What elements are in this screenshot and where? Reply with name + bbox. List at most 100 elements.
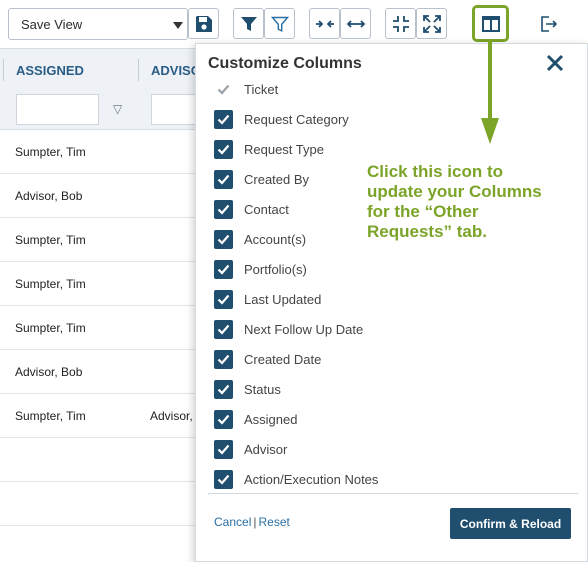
column-option[interactable]: Action/Execution Notes — [214, 470, 514, 490]
expand-icon — [422, 14, 441, 33]
column-checkbox[interactable] — [214, 170, 233, 189]
column-checkbox[interactable] — [214, 110, 233, 129]
assigned-filter-input[interactable] — [16, 94, 99, 125]
reset-link[interactable]: Reset — [258, 515, 289, 529]
filter-button[interactable] — [233, 8, 264, 39]
column-header-advisor[interactable]: ADVISO — [151, 63, 201, 78]
column-option-label: Ticket — [244, 82, 279, 97]
column-option[interactable]: Created Date — [214, 350, 514, 370]
checkmark-icon — [217, 144, 230, 155]
checkmark-icon — [217, 474, 230, 485]
column-option-label: Request Category — [244, 112, 349, 127]
annotation-arrow — [481, 40, 499, 144]
customize-columns-button[interactable] — [472, 5, 509, 42]
column-option-label: Assigned — [244, 412, 298, 427]
checkmark-icon — [217, 84, 230, 95]
checkmark-icon — [217, 234, 230, 245]
collapse-horizontal-icon — [315, 19, 334, 28]
checkmark-icon — [217, 444, 230, 455]
checkmark-icon — [217, 294, 230, 305]
checkmark-icon — [217, 324, 230, 335]
cell-assigned: Sumpter, Tim — [15, 321, 86, 335]
save-view-value: Save View — [21, 17, 83, 32]
save-button[interactable] — [188, 8, 219, 39]
compress-button[interactable] — [385, 8, 416, 39]
checkmark-icon — [217, 204, 230, 215]
close-icon — [546, 54, 564, 72]
column-option[interactable]: Assigned — [214, 410, 514, 430]
column-checkbox[interactable] — [214, 470, 233, 489]
checkmark-icon — [217, 414, 230, 425]
column-checkbox — [214, 80, 233, 99]
column-option: Ticket — [214, 80, 514, 100]
filter-outline-icon — [270, 16, 289, 32]
column-option[interactable]: Last Updated — [214, 290, 514, 310]
cell-assigned: Sumpter, Tim — [15, 409, 86, 423]
cell-assigned: Advisor, Bob — [15, 365, 83, 379]
column-checkbox[interactable] — [214, 230, 233, 249]
column-option[interactable]: Next Follow Up Date — [214, 320, 514, 340]
compress-icon — [392, 15, 409, 32]
column-divider — [138, 59, 139, 81]
cell-assigned: Sumpter, Tim — [15, 277, 86, 291]
filter-icon — [240, 16, 257, 31]
column-checkbox[interactable] — [214, 380, 233, 399]
column-option[interactable]: Status — [214, 380, 514, 400]
checkmark-icon — [217, 114, 230, 125]
column-checkbox[interactable] — [214, 320, 233, 339]
column-option[interactable]: Request Category — [214, 110, 514, 130]
column-divider — [3, 59, 4, 81]
cancel-link[interactable]: Cancel — [214, 515, 251, 529]
panel-links: Cancel | Reset — [214, 515, 290, 529]
column-option[interactable]: Portfolio(s) — [214, 260, 514, 280]
column-checkbox[interactable] — [214, 440, 233, 459]
checkmark-icon — [217, 384, 230, 395]
column-option-label: Advisor — [244, 442, 288, 457]
column-option-label: Request Type — [244, 142, 324, 157]
confirm-reload-button[interactable]: Confirm & Reload — [450, 508, 571, 539]
column-checkbox[interactable] — [214, 410, 233, 429]
clear-filter-button[interactable] — [264, 8, 295, 39]
close-button[interactable] — [544, 52, 566, 74]
columns-icon — [481, 15, 500, 32]
filter-options-icon[interactable]: ▽ — [113, 102, 122, 116]
column-option-label: Account(s) — [244, 232, 307, 247]
column-checkbox[interactable] — [214, 140, 233, 159]
expand-horizontal-icon — [346, 19, 365, 28]
column-option-label: Contact — [244, 202, 289, 217]
app-root: Save View ASSIGNED ADVISO ▽ Sumpter, Tim… — [0, 0, 588, 562]
column-option-label: Portfolio(s) — [244, 262, 307, 277]
cell-advisor: Advisor, — [150, 409, 193, 423]
panel-title: Customize Columns — [208, 55, 362, 72]
collapse-columns-button[interactable] — [309, 8, 340, 39]
save-view-select[interactable]: Save View — [8, 8, 188, 40]
checkmark-icon — [217, 354, 230, 365]
expand-columns-button[interactable] — [340, 8, 371, 39]
cell-assigned: Advisor, Bob — [15, 189, 83, 203]
cell-assigned: Sumpter, Tim — [15, 145, 86, 159]
panel-divider — [208, 493, 578, 494]
column-option[interactable]: Request Type — [214, 140, 514, 160]
fullscreen-button[interactable] — [416, 8, 447, 39]
customize-columns-panel: Customize Columns Ticket Request Category… — [195, 43, 588, 562]
column-header-assigned[interactable]: ASSIGNED — [16, 63, 84, 78]
checkmark-icon — [217, 174, 230, 185]
column-option-label: Next Follow Up Date — [244, 322, 364, 337]
save-icon — [195, 15, 212, 32]
cell-assigned: Sumpter, Tim — [15, 233, 86, 247]
export-icon — [540, 15, 557, 32]
link-separator: | — [253, 515, 257, 529]
checkmark-icon — [217, 264, 230, 275]
column-checkbox[interactable] — [214, 200, 233, 219]
export-button[interactable] — [532, 8, 563, 39]
column-option-label: Created Date — [244, 352, 322, 367]
column-checkbox[interactable] — [214, 350, 233, 369]
column-option-label: Created By — [244, 172, 310, 187]
chevron-down-icon — [173, 22, 183, 29]
column-option-label: Status — [244, 382, 281, 397]
column-checkbox[interactable] — [214, 290, 233, 309]
column-checkbox[interactable] — [214, 260, 233, 279]
column-option[interactable]: Advisor — [214, 440, 514, 460]
annotation-callout: Click this icon to update your Columns f… — [367, 162, 542, 241]
column-option-label: Last Updated — [244, 292, 322, 307]
